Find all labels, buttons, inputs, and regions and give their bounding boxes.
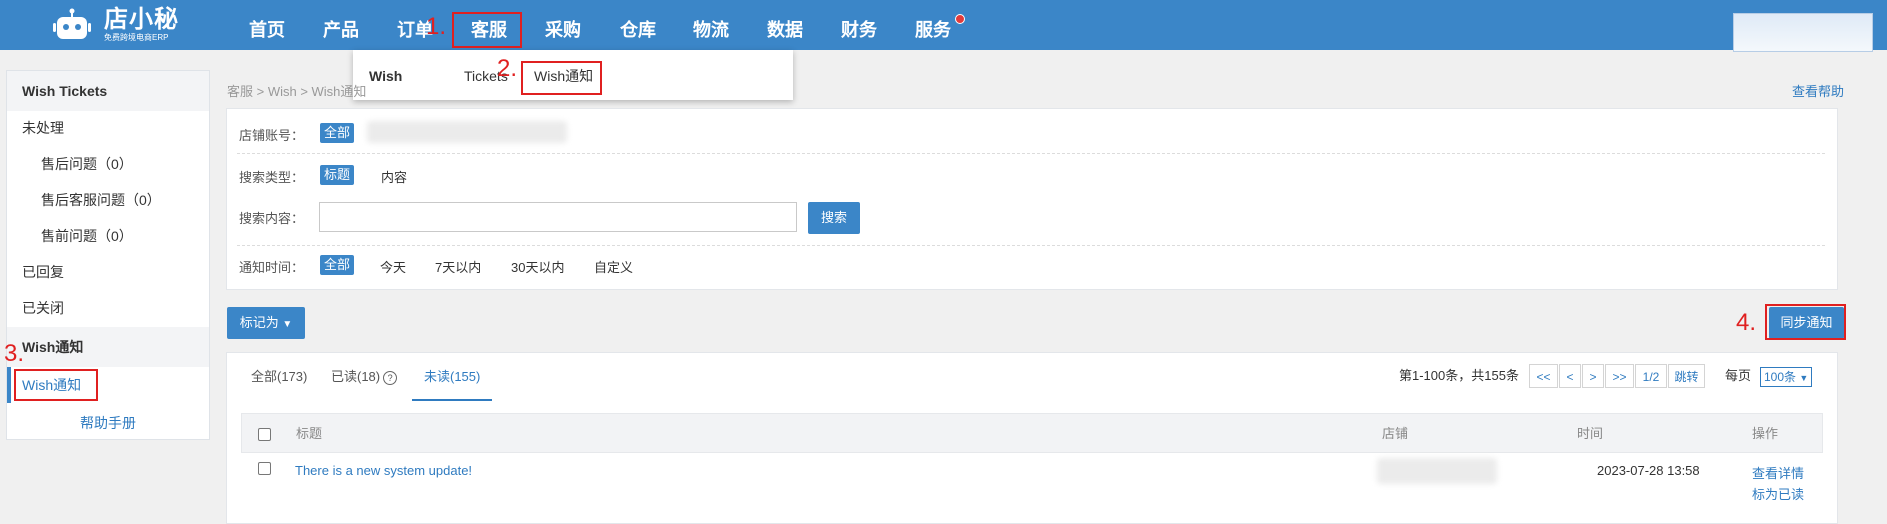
annotation-step-1: 1. [426,13,447,40]
sidebar-item-pending[interactable]: 未处理 [22,118,64,138]
row-store-redacted [1377,458,1497,484]
mark-as-dropdown-button[interactable]: 标记为 ▼ [227,307,305,339]
annotation-box-sidebar-wish-notice [14,369,98,401]
brand-logo[interactable]: 店小秘 免费跨境电商ERP [48,0,188,50]
store-account-label: 店铺账号： [239,128,305,143]
tab-read-label: 已读(18) [331,369,381,384]
per-page-label: 每页 [1725,368,1752,383]
page-jump-button[interactable]: 跳转 [1668,364,1705,388]
dropdown-section-wish: Wish [369,68,403,84]
nav-logistics[interactable]: 物流 [693,0,729,50]
robot-logo-icon [53,8,91,39]
store-accounts-redacted [367,121,567,143]
nav-home[interactable]: 首页 [249,0,285,50]
mark-as-label: 标记为 [239,315,279,330]
column-actions: 操作 [1752,426,1779,441]
search-type-content[interactable]: 内容 [381,167,407,186]
help-link[interactable]: 查看帮助 [1792,81,1844,100]
sidebar-active-indicator [7,367,11,403]
table-header: 标题 店铺 时间 操作 [241,413,1823,453]
breadcrumb: 客服 > Wish > Wish通知 [227,84,367,99]
row-title-link[interactable]: There is a new system update! [295,463,472,478]
page-next-button[interactable]: > [1582,364,1604,388]
sidebar-item-replied[interactable]: 已回复 [22,262,64,282]
row-view-details-link[interactable]: 查看详情 [1752,463,1804,482]
tab-read[interactable]: 已读(18)? [331,353,398,401]
time-filter-custom[interactable]: 自定义 [594,257,633,276]
time-filter-all[interactable]: 全部 [320,255,355,275]
page-last-button[interactable]: >> [1605,364,1634,388]
chevron-down-icon: ▼ [282,319,293,330]
row-mark-read-link[interactable]: 标为已读 [1752,484,1804,503]
nav-finance[interactable]: 财务 [841,0,877,50]
column-time: 时间 [1577,426,1604,441]
sidebar-item-pre-sale[interactable]: 售前问题（0） [41,226,133,246]
nav-data[interactable]: 数据 [767,0,803,50]
annotation-step-2: 2. [497,55,518,82]
nav-warehouse[interactable]: 仓库 [620,0,656,50]
notice-time-label: 通知时间： [239,260,305,275]
column-title: 标题 [296,426,323,441]
notice-list-panel: 全部(173) 已读(18)? 未读(155) 第1-100条，共155条 <<… [226,352,1838,524]
time-filter-30days[interactable]: 30天以内 [511,257,564,276]
nav-purchasing[interactable]: 采购 [545,0,581,50]
annotation-step-3: 3. [4,340,25,367]
time-filter-today[interactable]: 今天 [380,257,406,276]
time-filter-7days[interactable]: 7天以内 [435,257,481,276]
search-type-title[interactable]: 标题 [320,165,355,185]
brand-name: 店小秘 [104,6,179,33]
per-page-select[interactable]: 100条 ▼ [1760,367,1813,387]
search-type-label: 搜索类型： [239,170,305,185]
sidebar-item-after-sale-service[interactable]: 售后客服问题（0） [41,190,161,210]
annotation-box-customer-service [452,12,522,48]
store-filter-all[interactable]: 全部 [320,123,355,143]
sidebar-item-after-sale[interactable]: 售后问题（0） [41,154,133,174]
annotation-box-wish-notice [521,61,602,95]
filter-divider [237,245,1825,246]
nav-products[interactable]: 产品 [323,0,359,50]
search-content-label: 搜索内容： [239,211,305,226]
annotation-box-sync [1765,304,1846,340]
sidebar-header-wish-notice: Wish通知 [7,327,209,367]
top-nav-bar: 店小秘 免费跨境电商ERP 首页 产品 订单 客服 采购 仓库 物流 数据 财务… [0,0,1887,52]
page-prev-button[interactable]: < [1559,364,1581,388]
nav-services[interactable]: 服务 [915,0,951,50]
sidebar-item-closed[interactable]: 已关闭 [22,298,64,318]
brand-tagline: 免费跨境电商ERP [104,33,169,42]
search-button[interactable]: 搜索 [808,202,860,234]
filter-panel: 店铺账号： 全部 搜索类型： 标题 内容 搜索内容： 搜索 通知时间： 全部 今… [226,108,1838,290]
sidebar-help-manual[interactable]: 帮助手册 [7,413,209,433]
filter-divider [237,153,1825,154]
annotation-step-4: 4. [1736,309,1757,336]
pagination-summary: 第1-100条，共155条 [1399,368,1519,383]
row-time: 2023-07-28 13:58 [1597,463,1700,478]
select-all-checkbox[interactable] [258,428,271,441]
chevron-down-icon: ▼ [1799,373,1809,383]
question-icon[interactable]: ? [383,370,398,385]
per-page-value: 100条 [1764,370,1797,384]
sidebar-header-wish-tickets: Wish Tickets [7,71,209,111]
tab-unread[interactable]: 未读(155) [412,353,493,401]
user-account-area[interactable] [1733,13,1873,52]
tab-all[interactable]: 全部(173) [251,353,307,401]
page-first-button[interactable]: << [1529,364,1558,388]
page-indicator: 1/2 [1635,364,1667,388]
notification-dot [955,14,965,24]
search-input[interactable] [319,202,797,232]
row-checkbox[interactable] [258,462,271,475]
column-store: 店铺 [1382,426,1409,441]
